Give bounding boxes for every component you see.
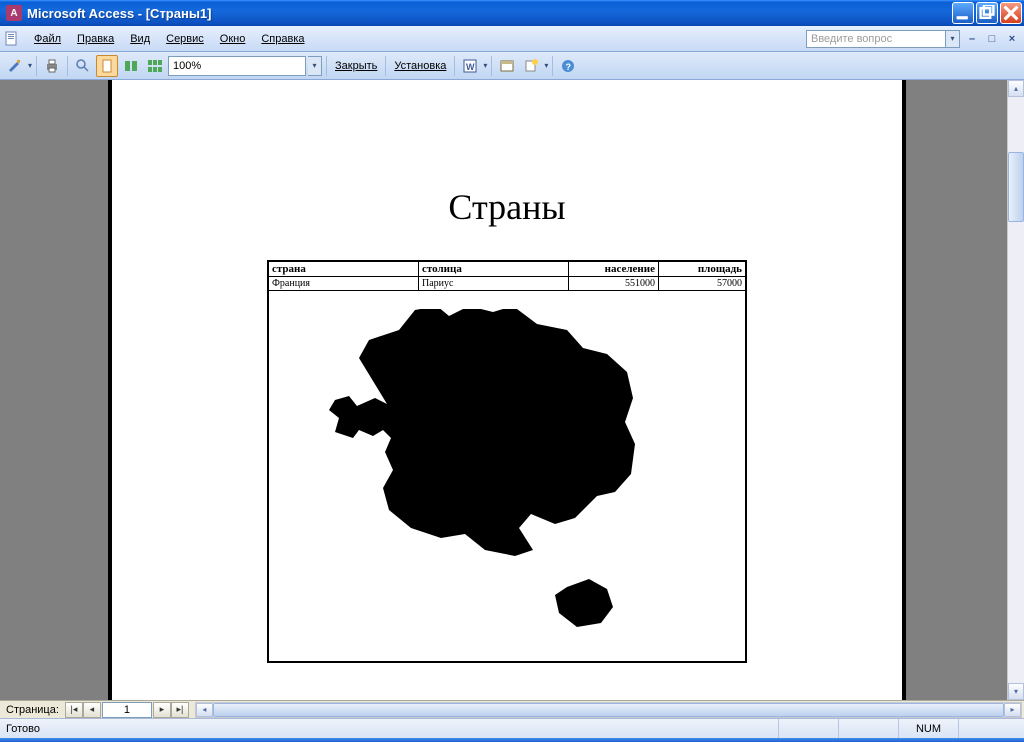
- print-button[interactable]: [41, 55, 63, 77]
- menu-view[interactable]: Вид: [122, 30, 158, 48]
- window-minimize-button[interactable]: [952, 2, 974, 24]
- database-window-button[interactable]: [496, 55, 518, 77]
- status-num: NUM: [898, 719, 958, 738]
- menu-window[interactable]: Окно: [212, 30, 254, 48]
- window-titlebar: A Microsoft Access - [Страны1]: [0, 0, 1024, 26]
- mdi-minimize-button[interactable]: –: [964, 31, 980, 47]
- scroll-thumb[interactable]: [1008, 152, 1024, 222]
- menu-tools[interactable]: Сервис: [158, 30, 212, 48]
- design-view-button[interactable]: [4, 55, 26, 77]
- mdi-close-button[interactable]: ×: [1004, 31, 1020, 47]
- menubar: Файл Правка Вид Сервис Окно Справка Введ…: [0, 26, 1024, 52]
- cell-country: Франция: [269, 277, 419, 290]
- col-capital: столица: [419, 262, 569, 276]
- status-caps: [838, 719, 898, 738]
- cell-capital: Париус: [419, 277, 569, 290]
- scroll-right-button[interactable]: ▸: [1004, 703, 1021, 717]
- col-area: площадь: [659, 262, 745, 276]
- prev-page-button[interactable]: ◂: [83, 702, 101, 718]
- status-bar: Готово NUM: [0, 718, 1024, 738]
- first-page-button[interactable]: |◂: [65, 702, 83, 718]
- col-population: население: [569, 262, 659, 276]
- preview-canvas[interactable]: Страны страна столица население площадь …: [0, 80, 1007, 700]
- app-icon: A: [6, 5, 22, 21]
- window-title: Microsoft Access - [Страны1]: [27, 6, 952, 21]
- zoom-combo[interactable]: 100%: [168, 56, 306, 76]
- scroll-down-button[interactable]: ▾: [1008, 683, 1024, 700]
- last-page-button[interactable]: ▸|: [171, 702, 189, 718]
- svg-text:W: W: [466, 62, 475, 72]
- menu-edit[interactable]: Правка: [69, 30, 122, 48]
- report-title: Страны: [112, 186, 902, 228]
- one-page-button[interactable]: [96, 55, 118, 77]
- new-object-button[interactable]: [520, 55, 542, 77]
- page-label: Страница:: [0, 704, 65, 716]
- col-country: страна: [269, 262, 419, 276]
- map-image-cell: [269, 291, 745, 661]
- help-search-dropdown[interactable]: ▾: [946, 30, 960, 48]
- record-navigator: Страница: |◂ ◂ ▸ ▸| ◂ ▸: [0, 700, 1024, 718]
- report-table: страна столица население площадь Франция…: [267, 260, 747, 663]
- hscroll-thumb[interactable]: [213, 703, 1004, 717]
- next-page-button[interactable]: ▸: [153, 702, 171, 718]
- multi-page-button[interactable]: [144, 55, 166, 77]
- scroll-track[interactable]: [1008, 97, 1024, 683]
- table-header-row: страна столица население площадь: [269, 262, 745, 277]
- close-preview-button[interactable]: Закрыть: [331, 58, 381, 74]
- scroll-up-button[interactable]: ▴: [1008, 80, 1024, 97]
- menu-file[interactable]: Файл: [26, 30, 69, 48]
- two-page-button[interactable]: [120, 55, 142, 77]
- menu-help[interactable]: Справка: [253, 30, 312, 48]
- status-scrl: [958, 719, 1018, 738]
- scroll-left-button[interactable]: ◂: [196, 703, 213, 717]
- taskbar-strip: [0, 738, 1024, 742]
- mdi-restore-button[interactable]: □: [984, 31, 1000, 47]
- zoom-button[interactable]: [72, 55, 94, 77]
- page-number-input[interactable]: [102, 702, 152, 718]
- svg-text:?: ?: [566, 62, 572, 72]
- horizontal-scrollbar[interactable]: ◂ ▸: [195, 702, 1022, 718]
- status-ext: [778, 719, 838, 738]
- preview-area: Страны страна столица население площадь …: [0, 80, 1024, 700]
- report-page: Страны страна столица население площадь …: [112, 80, 902, 700]
- cell-population: 551000: [569, 277, 659, 290]
- toolbar: ▾ 100% ▾ Закрыть Установка W ▾ ▾ ?: [0, 52, 1024, 80]
- table-row: Франция Париус 551000 57000: [269, 277, 745, 291]
- vertical-scrollbar[interactable]: ▴ ▾: [1007, 80, 1024, 700]
- page-setup-button[interactable]: Установка: [390, 58, 450, 74]
- window-close-button[interactable]: [1000, 2, 1022, 24]
- france-map-icon: [317, 309, 697, 649]
- export-word-button[interactable]: W: [459, 55, 481, 77]
- help-search-input[interactable]: Введите вопрос: [806, 30, 946, 48]
- status-ready: Готово: [6, 723, 778, 735]
- window-restore-button[interactable]: [976, 2, 998, 24]
- help-button[interactable]: ?: [557, 55, 579, 77]
- cell-area: 57000: [659, 277, 745, 290]
- zoom-dropdown-button[interactable]: ▾: [308, 56, 322, 76]
- doc-icon: [4, 31, 20, 47]
